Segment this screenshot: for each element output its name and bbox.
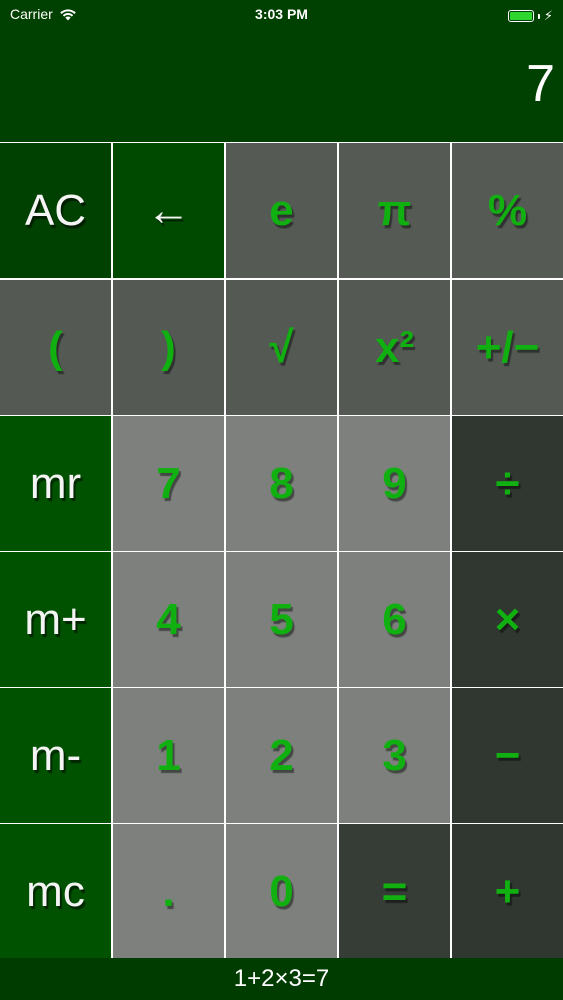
add-button[interactable]: + (452, 824, 563, 959)
digit-8-button[interactable]: 8 (226, 416, 337, 551)
square-button[interactable]: x² (339, 280, 450, 415)
euler-button[interactable]: e (226, 143, 337, 278)
digit-1-button[interactable]: 1 (113, 688, 224, 823)
digit-0-button[interactable]: 0 (226, 824, 337, 959)
battery-group: ⚡︎ (507, 8, 553, 24)
memory-add-button[interactable]: m+ (0, 552, 111, 687)
close-paren-button[interactable]: ) (113, 280, 224, 415)
pi-button[interactable]: π (339, 143, 450, 278)
history-expression: 1+2×3=7 (233, 965, 330, 992)
decimal-button[interactable]: . (113, 824, 224, 959)
equals-button[interactable]: = (339, 824, 450, 959)
percent-button[interactable]: % (452, 143, 563, 278)
result-display: 7 (0, 30, 563, 142)
digit-2-button[interactable]: 2 (226, 688, 337, 823)
digit-9-button[interactable]: 9 (339, 416, 450, 551)
status-bar: Carrier 3:03 PM ⚡︎ (0, 0, 563, 30)
memory-recall-button[interactable]: mr (0, 416, 111, 551)
digit-7-button[interactable]: 7 (113, 416, 224, 551)
memory-subtract-button[interactable]: m- (0, 688, 111, 823)
square-root-button[interactable]: √ (226, 280, 337, 415)
subtract-button[interactable]: − (452, 688, 563, 823)
status-time: 3:03 PM (255, 6, 308, 22)
multiply-button[interactable]: × (452, 552, 563, 687)
history-bar: 1+2×3=7 (0, 958, 563, 1000)
battery-icon (507, 10, 534, 22)
digit-5-button[interactable]: 5 (226, 552, 337, 687)
memory-clear-button[interactable]: mc (0, 824, 111, 959)
negate-button[interactable]: +/− (452, 280, 563, 415)
battery-level-fill (509, 12, 532, 20)
digit-3-button[interactable]: 3 (339, 688, 450, 823)
battery-cap (537, 13, 540, 19)
keypad: AC ← e π% () √ x² +/− mr 7 8 9 ÷ m+ 4 5 6 × m- 1 2 3− mc. 0 = + (0, 143, 563, 959)
divide-button[interactable]: ÷ (452, 416, 563, 551)
display-value: 7 (526, 55, 555, 113)
backspace-button[interactable]: ← (113, 143, 224, 278)
open-paren-button[interactable]: ( (0, 280, 111, 415)
all-clear-button[interactable]: AC (0, 143, 111, 278)
bolt-icon: ⚡︎ (543, 8, 553, 23)
digit-4-button[interactable]: 4 (113, 552, 224, 687)
digit-6-button[interactable]: 6 (339, 552, 450, 687)
